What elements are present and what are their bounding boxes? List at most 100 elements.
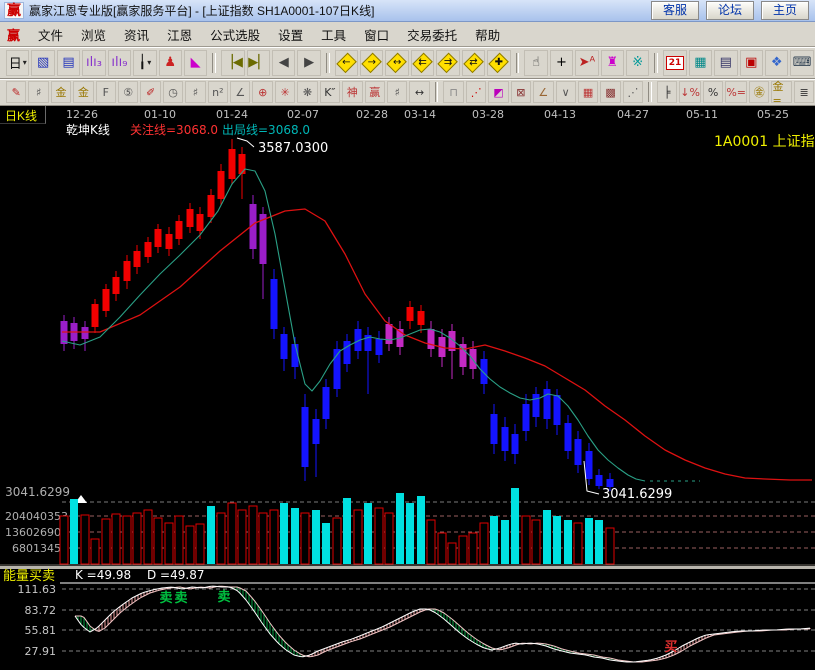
volume-bar-down xyxy=(490,516,498,564)
t-square-button[interactable]: ⊓ xyxy=(443,81,463,103)
target-circle-button[interactable]: ⊕ xyxy=(252,81,272,103)
kline-chart-canvas[interactable]: 12-2601-1001-2402-0702-2803-1403-2804-13… xyxy=(0,106,815,669)
smart-analysis-button[interactable]: ※ xyxy=(626,50,649,76)
menu-file[interactable]: 文件 xyxy=(29,23,72,46)
percent-down-button[interactable]: ↓% xyxy=(679,81,701,103)
kline-period-button[interactable]: 日▾ xyxy=(6,50,29,76)
gann-swap-button[interactable]: ⇄ xyxy=(462,50,485,76)
volume-bar-up xyxy=(480,523,488,564)
kline-pane-tab[interactable]: 日K线 xyxy=(0,106,46,124)
menu-items: 文件浏览资讯江恩公式选股设置工具窗口交易委托帮助 xyxy=(29,23,509,46)
menu-trading[interactable]: 交易委托 xyxy=(398,23,466,46)
last-page-button[interactable]: ▶▏ xyxy=(247,50,270,76)
volume-bar-up xyxy=(175,516,183,564)
candle-body xyxy=(176,221,183,239)
menu-help[interactable]: 帮助 xyxy=(466,23,509,46)
star-web-button[interactable]: ✳ xyxy=(275,81,295,103)
brush-button[interactable]: ✐ xyxy=(140,81,160,103)
forum-button[interactable]: 论坛 xyxy=(706,1,754,20)
wave-9-icon[interactable]: ılı₉ xyxy=(108,50,131,76)
volume-bar-up xyxy=(354,510,362,564)
gold-grid-button[interactable]: 金 xyxy=(51,81,71,103)
gann-fan-button[interactable]: ⋰ xyxy=(466,81,486,103)
chart-region: 日K线 12-2601-1001-2402-0702-2803-1403-280… xyxy=(0,106,815,669)
menu-window[interactable]: 窗口 xyxy=(355,23,398,46)
width-measure-button[interactable]: ↔ xyxy=(409,81,429,103)
candle-style-button[interactable]: ╽▾ xyxy=(133,50,156,76)
overlay-exit-line-label: 出局线=3068.0 xyxy=(222,123,310,137)
percent-button[interactable]: % xyxy=(703,81,723,103)
gann-compress-right-button[interactable]: ⇉ xyxy=(436,50,459,76)
angle-line-button[interactable]: ∠ xyxy=(533,81,553,103)
angle-ruler-button[interactable]: ∠ xyxy=(230,81,250,103)
gold-circle-button[interactable]: ㊎ xyxy=(749,81,769,103)
overlay-kline-name: 乾坤K线 xyxy=(66,122,110,137)
candle-body xyxy=(145,242,152,257)
grid-box-2-button[interactable]: ▩ xyxy=(600,81,620,103)
n-square-button[interactable]: n² xyxy=(208,81,228,103)
grid-wide-button[interactable]: ♯ xyxy=(387,81,407,103)
volume-bar-down xyxy=(396,493,404,564)
save-button[interactable]: ▣ xyxy=(740,50,763,76)
stock-reader-icon[interactable]: ♟ xyxy=(159,50,182,76)
menu-news[interactable]: 资讯 xyxy=(115,23,158,46)
volume-bar-up xyxy=(385,513,393,564)
next-page-button[interactable]: ▶ xyxy=(297,50,320,76)
candle-body xyxy=(155,229,162,247)
fan-box-button[interactable]: ◩ xyxy=(488,81,508,103)
homepage-button[interactable]: 主页 xyxy=(761,1,809,20)
share-button[interactable]: ❖ xyxy=(765,50,788,76)
menu-tools[interactable]: 工具 xyxy=(312,23,355,46)
colored-kline-icon[interactable]: ◣ xyxy=(184,50,207,76)
notes-button[interactable]: ▤ xyxy=(714,50,737,76)
gann-compress-left-button[interactable]: ⇇ xyxy=(411,50,434,76)
candle-body xyxy=(218,171,225,199)
menu-gann[interactable]: 江恩 xyxy=(158,23,201,46)
date-tick: 04-13 xyxy=(544,108,576,121)
grid-box-button[interactable]: ▦ xyxy=(578,81,598,103)
wave-3-icon[interactable]: ılı₃ xyxy=(82,50,105,76)
gann-expand-button[interactable]: ↔ xyxy=(385,50,408,76)
volume-bar-up xyxy=(165,523,173,564)
gold-lines-button[interactable]: 金= xyxy=(771,81,791,103)
fan-square-button[interactable]: ⊠ xyxy=(511,81,531,103)
hand-tool-button[interactable]: ☝ xyxy=(524,50,547,76)
candle-body xyxy=(565,423,572,451)
image-view-icon[interactable]: ▧ xyxy=(31,50,54,76)
info-doc-icon[interactable]: ▤ xyxy=(57,50,80,76)
k-mark-button[interactable]: K″ xyxy=(320,81,340,103)
first-page-button[interactable]: ▕◀ xyxy=(221,50,244,76)
grid-dense-button[interactable]: ♯ xyxy=(185,81,205,103)
shen-tool-button[interactable]: 神 xyxy=(342,81,362,103)
list-button[interactable]: ≣ xyxy=(794,81,814,103)
gann-shift-left-button[interactable]: ← xyxy=(335,50,358,76)
menu-browse[interactable]: 浏览 xyxy=(72,23,115,46)
annotate-tool-button[interactable]: ➤ᴬ xyxy=(575,50,598,76)
draw-pen-button[interactable]: ✎ xyxy=(6,81,26,103)
gann-shift-right-button[interactable]: → xyxy=(360,50,383,76)
spider-web-button[interactable]: ❋ xyxy=(297,81,317,103)
time-cycle-button[interactable]: ◷ xyxy=(163,81,183,103)
print-button[interactable]: ⌨ xyxy=(790,50,813,76)
menu-formula-picker[interactable]: 公式选股 xyxy=(201,23,269,46)
parallel-lines-button[interactable]: ⋰ xyxy=(623,81,643,103)
zigzag-button[interactable]: ∨ xyxy=(556,81,576,103)
measure-button[interactable]: ╞ xyxy=(657,81,677,103)
gold-grid-2-button[interactable]: 金 xyxy=(73,81,93,103)
prev-page-button[interactable]: ◀ xyxy=(272,50,295,76)
grid-lines-button[interactable]: ♯ xyxy=(28,81,48,103)
band-tool-button[interactable]: ♜ xyxy=(601,50,624,76)
support-button[interactable]: 客服 xyxy=(651,1,699,20)
menu-settings[interactable]: 设置 xyxy=(269,23,312,46)
toolbar-gann-tools: ✎♯金金F⑤✐◷♯n²∠⊕✳❋K″神赢♯↔⊓⋰◩⊠∠∨▦▩⋰╞↓%%%=㊎金=≣ xyxy=(0,79,815,106)
gann-cross-button[interactable]: ✚ xyxy=(487,50,510,76)
spiral-button[interactable]: ⑤ xyxy=(118,81,138,103)
fib-grid-button[interactable]: F xyxy=(96,81,116,103)
volume-bar-up xyxy=(375,508,383,564)
calculator-button[interactable]: ▦ xyxy=(689,50,712,76)
calendar-button[interactable]: 21 xyxy=(663,50,686,76)
percent-lines-button[interactable]: %= xyxy=(725,81,747,103)
indicator-axis-label: 111.63 xyxy=(18,583,57,596)
crosshair-tool-button[interactable]: + xyxy=(550,50,573,76)
win-tool-button[interactable]: 赢 xyxy=(365,81,385,103)
